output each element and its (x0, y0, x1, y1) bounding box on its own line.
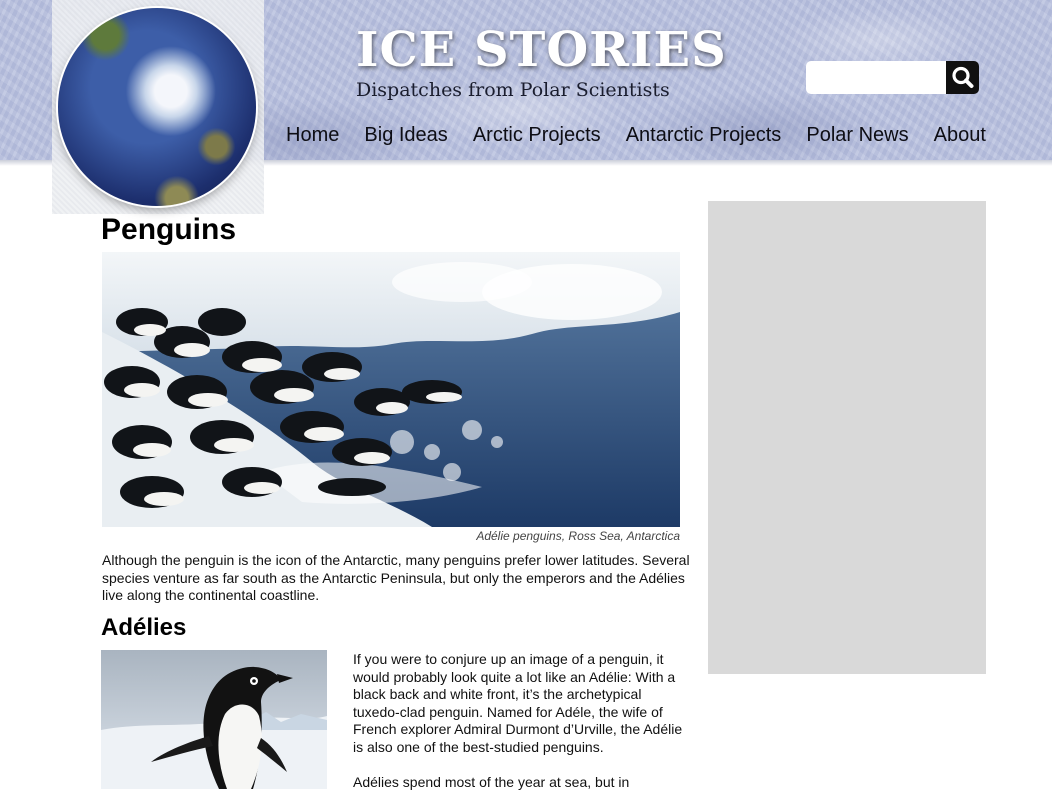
nav-item-polar-news[interactable]: Polar News (806, 124, 908, 147)
adelie-paragraph: Adélies spend most of the year at sea, b… (353, 773, 630, 790)
hero-caption: Adélie penguins, Ross Sea, Antarctica (476, 529, 680, 543)
section-heading-adelies: Adélies (101, 614, 187, 641)
nav-item-big-ideas[interactable]: Big Ideas (364, 124, 447, 147)
adelie-paragraph: If you were to conjure up an image of a … (353, 651, 683, 755)
nav-item-antarctic-projects[interactable]: Antarctic Projects (626, 124, 782, 147)
site-tagline: Dispatches from Polar Scientists (356, 79, 670, 101)
nav-item-home[interactable]: Home (286, 124, 339, 147)
adelie-image (101, 650, 327, 789)
adelie-photo (101, 650, 327, 789)
main-nav: Home Big Ideas Arctic Projects Antarctic… (286, 119, 986, 151)
hero-image (102, 252, 680, 527)
search-input[interactable] (806, 61, 946, 94)
sidebar-ad-panel (708, 201, 986, 674)
nav-item-about[interactable]: About (934, 124, 986, 147)
nav-item-arctic-projects[interactable]: Arctic Projects (473, 124, 601, 147)
globe-icon[interactable] (58, 8, 256, 206)
page-title: Penguins (101, 213, 237, 246)
penguins-photo (102, 252, 680, 527)
search-button[interactable] (946, 61, 979, 94)
adelie-text: If you were to conjure up an image of a … (353, 651, 683, 809)
search-icon (952, 66, 974, 88)
intro-paragraph: Although the penguin is the icon of the … (102, 552, 690, 603)
site-title[interactable]: ICE STORIES (356, 22, 726, 78)
